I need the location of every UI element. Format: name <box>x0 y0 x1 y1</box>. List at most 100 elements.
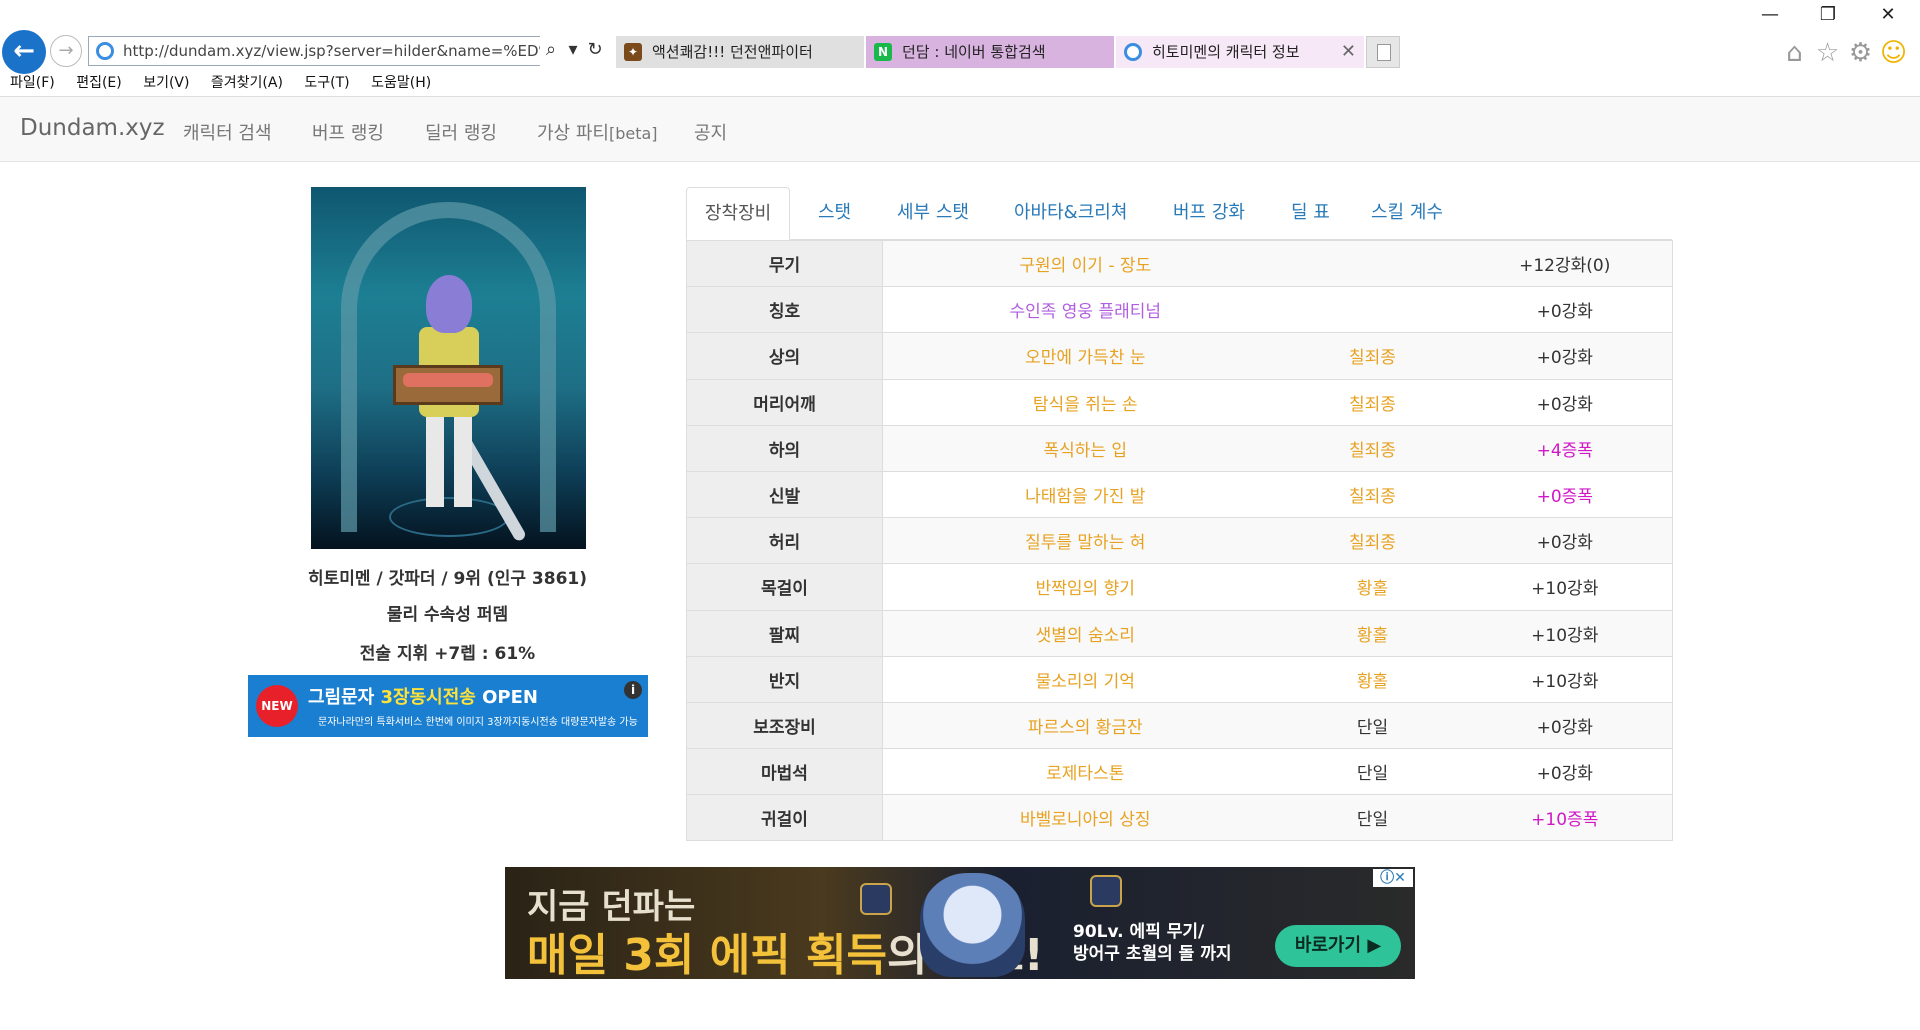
nav-character-search[interactable]: 캐릭터 검색 <box>183 119 272 145</box>
ad-close-icon[interactable]: ⓘ✕ <box>1373 869 1413 887</box>
table-row: 하의 폭식하는 입 칠죄종 +4증폭 <box>686 424 1673 472</box>
search-icon[interactable]: ⌕ <box>540 36 562 64</box>
settings-gear-icon[interactable]: ⚙ <box>1844 38 1877 68</box>
browser-chrome: — ❐ ✕ ← → http://dundam.xyz/view.jsp?ser… <box>0 0 1920 96</box>
minimize-button[interactable]: — <box>1750 4 1790 25</box>
item-set: 단일 <box>1287 748 1458 796</box>
item-name[interactable]: 물소리의 기억 <box>882 655 1288 703</box>
item-set: 황홀 <box>1287 655 1458 703</box>
table-row: 보조장비 파르스의 황금잔 단일 +0강화 <box>686 701 1673 750</box>
address-bar[interactable]: http://dundam.xyz/view.jsp?server=hilder… <box>88 36 613 66</box>
item-enhancement: +0강화 <box>1457 517 1673 565</box>
item-enhancement: +10강화 <box>1457 609 1673 657</box>
sms-ad-banner[interactable]: NEW 그림문자 3장동시전송 OPEN 문자나라만의 특화서비스 한번에 이미… <box>248 675 648 737</box>
dropdown-icon[interactable]: ▾ <box>562 36 584 64</box>
item-enhancement: +0강화 <box>1457 748 1673 796</box>
ad-right-text: 90Lv. 에픽 무기/방어구 초월의 돌 까지 <box>1073 921 1232 965</box>
browser-tab-dnf[interactable]: ✦ 액션쾌감!!! 던전앤파이터 <box>616 36 864 68</box>
item-enhancement: +0강화 <box>1457 701 1673 750</box>
new-tab-button[interactable] <box>1366 36 1400 68</box>
refresh-icon[interactable]: ↻ <box>584 36 606 64</box>
item-icon <box>1090 875 1122 907</box>
menu-view[interactable]: 보기(V) <box>143 72 189 94</box>
home-icon[interactable]: ⌂ <box>1778 38 1811 68</box>
character-head <box>426 275 472 333</box>
item-name[interactable]: 질투를 말하는 혀 <box>882 517 1288 565</box>
restore-button[interactable]: ❐ <box>1808 4 1848 25</box>
equipment-slot: 보조장비 <box>686 701 883 750</box>
sushi <box>403 373 493 387</box>
browser-tab-active[interactable]: 히토미멘의 캐릭터 정보 ✕ <box>1116 36 1364 68</box>
equipment-slot: 마법석 <box>686 748 883 796</box>
close-tab-icon[interactable]: ✕ <box>1341 36 1356 68</box>
item-name[interactable]: 파르스의 황금잔 <box>882 701 1288 750</box>
forward-button[interactable]: → <box>50 35 82 67</box>
item-enhancement: +0강화 <box>1457 332 1673 380</box>
item-name[interactable]: 샛별의 숨소리 <box>882 609 1288 657</box>
dnf-favicon-icon: ✦ <box>624 43 642 61</box>
tab-stats[interactable]: 스탯 <box>818 187 851 240</box>
smiley-feedback-icon[interactable]: ☺ <box>1877 38 1910 68</box>
ie-icon <box>96 42 114 60</box>
tab-equipment[interactable]: 장착장비 <box>686 187 791 240</box>
menu-help[interactable]: 도움말(H) <box>371 72 431 94</box>
item-name[interactable]: 나태함을 가진 발 <box>882 470 1288 519</box>
menu-favorites[interactable]: 즐겨찾기(A) <box>211 72 283 94</box>
table-row: 칭호 수인족 영웅 플래티넘 +0강화 <box>686 286 1673 334</box>
item-enhancement: +10증폭 <box>1457 794 1673 842</box>
table-row: 머리어깨 탐식을 쥐는 손 칠죄종 +0강화 <box>686 378 1673 426</box>
table-row: 귀걸이 바벨로니아의 상징 단일 +10증폭 <box>686 794 1673 842</box>
tab-avatar-creature[interactable]: 아바타&크리쳐 <box>1014 187 1127 240</box>
character-portrait <box>311 187 586 549</box>
ad-right-text-1: 90Lv. 에픽 무기/ <box>1073 922 1205 942</box>
back-button[interactable]: ← <box>2 30 46 74</box>
browser-tab-naver[interactable]: N 던담 : 네이버 통합검색 <box>866 36 1114 68</box>
item-name[interactable]: 구원의 이기 - 장도 <box>882 239 1288 288</box>
item-set: 칠죄종 <box>1287 470 1458 519</box>
table-row: 반지 물소리의 기억 황홀 +10강화 <box>686 655 1673 703</box>
table-row: 마법석 로제타스톤 단일 +0강화 <box>686 748 1673 796</box>
nav-virtual-party-label: 가상 파티 <box>537 123 609 144</box>
tab-skill-coefficient[interactable]: 스킬 계수 <box>1371 187 1443 240</box>
menu-tools[interactable]: 도구(T) <box>304 72 349 94</box>
nav-dealer-ranking[interactable]: 딜러 랭킹 <box>425 119 497 145</box>
item-enhancement: +10강화 <box>1457 655 1673 703</box>
item-enhancement: +0강화 <box>1457 378 1673 426</box>
site-brand[interactable]: Dundam.xyz <box>20 115 165 141</box>
equipment-slot: 팔찌 <box>686 609 883 657</box>
item-name[interactable]: 바벨로니아의 상징 <box>882 794 1288 842</box>
item-icon <box>860 883 892 915</box>
tab-detailed-stats[interactable]: 세부 스탯 <box>897 187 969 240</box>
item-name[interactable]: 오만에 가득찬 눈 <box>882 332 1288 380</box>
item-name[interactable]: 탐식을 쥐는 손 <box>882 378 1288 426</box>
item-set <box>1287 239 1458 288</box>
ad-info-icon[interactable]: i <box>624 681 642 699</box>
equipment-slot: 상의 <box>686 332 883 380</box>
item-name[interactable]: 반짝임의 향기 <box>882 563 1288 611</box>
beta-label: [beta] <box>608 124 658 143</box>
address-tools: ⌕ ▾ ↻ <box>540 36 613 66</box>
nav-buff-ranking[interactable]: 버프 랭킹 <box>312 119 384 145</box>
dnf-event-ad[interactable]: 지금 던파는 매일 3회 에픽 획득의 찬스! 90Lv. 에픽 무기/방어구 … <box>505 867 1415 979</box>
tab-damage-table[interactable]: 딜 표 <box>1291 187 1330 240</box>
character-dealer-type: 물리 수속성 퍼뎀 <box>386 605 509 625</box>
favorites-star-icon[interactable]: ☆ <box>1811 38 1844 68</box>
menu-file[interactable]: 파일(F) <box>10 72 55 94</box>
menu-edit[interactable]: 편집(E) <box>76 72 122 94</box>
ad-title-c: OPEN <box>475 687 538 708</box>
tab-buff-enhance[interactable]: 버프 강화 <box>1173 187 1245 240</box>
nav-notice[interactable]: 공지 <box>694 119 727 145</box>
item-name[interactable]: 수인족 영웅 플래티넘 <box>882 286 1288 334</box>
new-badge: NEW <box>256 685 298 727</box>
item-set <box>1287 286 1458 334</box>
equipment-slot: 반지 <box>686 655 883 703</box>
nav-virtual-party[interactable]: 가상 파티[beta] <box>537 119 658 145</box>
close-window-button[interactable]: ✕ <box>1868 4 1908 25</box>
equipment-slot: 허리 <box>686 517 883 565</box>
ad-line2a: 매일 3회 에픽 획득 <box>527 930 887 979</box>
item-name[interactable]: 폭식하는 입 <box>882 424 1288 472</box>
go-button[interactable]: 바로가기 ▶ <box>1275 925 1401 967</box>
item-name[interactable]: 로제타스톤 <box>882 748 1288 796</box>
ad-title: 그림문자 3장동시전송 OPEN <box>308 683 538 709</box>
character-tabs: 장착장비 스탯 세부 스탯 아바타&크리쳐 버프 강화 딜 표 스킬 계수 <box>686 187 1672 240</box>
